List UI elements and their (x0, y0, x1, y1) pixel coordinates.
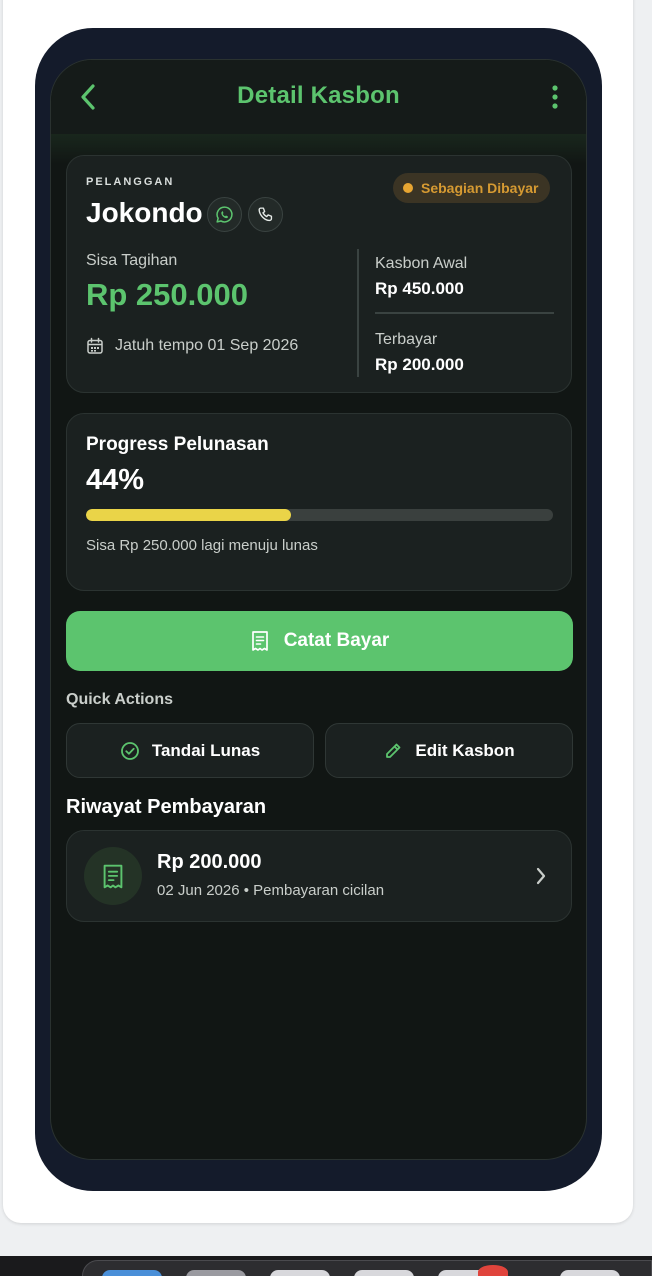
page-title: Detail Kasbon (237, 82, 400, 109)
more-vertical-icon (552, 85, 558, 109)
notification-badge (478, 1265, 508, 1276)
edit-kasbon-label: Edit Kasbon (415, 740, 515, 760)
more-button[interactable] (550, 84, 560, 110)
whatsapp-icon (216, 206, 233, 223)
progress-card: Progress Pelunasan 44% Sisa Rp 250.000 l… (66, 413, 572, 591)
mark-paid-button[interactable]: Tandai Lunas (66, 723, 314, 778)
quick-actions-title: Quick Actions (66, 691, 173, 708)
due-date-text: Jatuh tempo 01 Sep 2026 (115, 337, 299, 354)
customer-name: Jokondo (86, 197, 203, 228)
remaining-label: Sisa Tagihan (86, 252, 178, 269)
call-button[interactable] (248, 197, 283, 232)
due-date-row: Jatuh tempo 01 Sep 2026 (86, 337, 298, 355)
remaining-value: Rp 250.000 (86, 277, 248, 312)
progress-title: Progress Pelunasan (86, 434, 269, 455)
payment-item-meta: 02 Jun 2026 • Pembayaran cicilan (157, 882, 385, 899)
dock-app-icon[interactable] (270, 1270, 330, 1276)
receipt-icon (103, 864, 123, 888)
horizontal-divider (375, 312, 554, 314)
progress-bar-fill (86, 509, 292, 521)
initial-amount-value: Rp 450.000 (375, 279, 464, 298)
progress-note: Sisa Rp 250.000 lagi menuju lunas (86, 537, 318, 554)
dock-app-icon[interactable] (186, 1270, 246, 1276)
check-circle-icon (120, 741, 139, 760)
dock-app-icon[interactable] (560, 1270, 620, 1276)
app-screen: Detail Kasbon PELANGGAN Jokondo Sebagian… (50, 59, 587, 1160)
initial-amount-label: Kasbon Awal (375, 255, 468, 272)
edit-kasbon-button[interactable]: Edit Kasbon (325, 723, 573, 778)
record-payment-label: Catat Bayar (283, 630, 390, 651)
phone-icon (258, 207, 273, 222)
whatsapp-button[interactable] (207, 197, 242, 232)
app-header: Detail Kasbon (51, 60, 586, 134)
chevron-right-icon (535, 866, 547, 891)
progress-bar (86, 509, 553, 521)
dock-app-icon[interactable] (102, 1270, 162, 1276)
payment-item-amount: Rp 200.000 (157, 851, 262, 873)
mark-paid-label: Tandai Lunas (151, 740, 261, 760)
status-badge: Sebagian Dibayar (393, 173, 550, 203)
payment-history-title: Riwayat Pembayaran (66, 796, 267, 818)
customer-card: PELANGGAN Jokondo Sebagian Dibayar Sisa … (66, 155, 572, 393)
payment-history-item[interactable]: Rp 200.000 02 Jun 2026 • Pembayaran cici… (66, 830, 572, 922)
status-dot (403, 183, 413, 193)
customer-section-label: PELANGGAN (86, 176, 175, 188)
receipt-icon (251, 631, 268, 651)
paid-amount-value: Rp 200.000 (375, 355, 464, 374)
dock-app-icon[interactable] (354, 1270, 414, 1276)
progress-percent: 44% (86, 464, 145, 496)
record-payment-button[interactable]: Catat Bayar (66, 611, 573, 671)
paid-amount-label: Terbayar (375, 331, 438, 348)
payment-item-icon-wrap (84, 847, 142, 905)
vertical-divider (357, 249, 359, 377)
status-text: Sebagian Dibayar (421, 180, 539, 196)
calendar-icon (87, 337, 103, 354)
pencil-icon (386, 743, 401, 758)
